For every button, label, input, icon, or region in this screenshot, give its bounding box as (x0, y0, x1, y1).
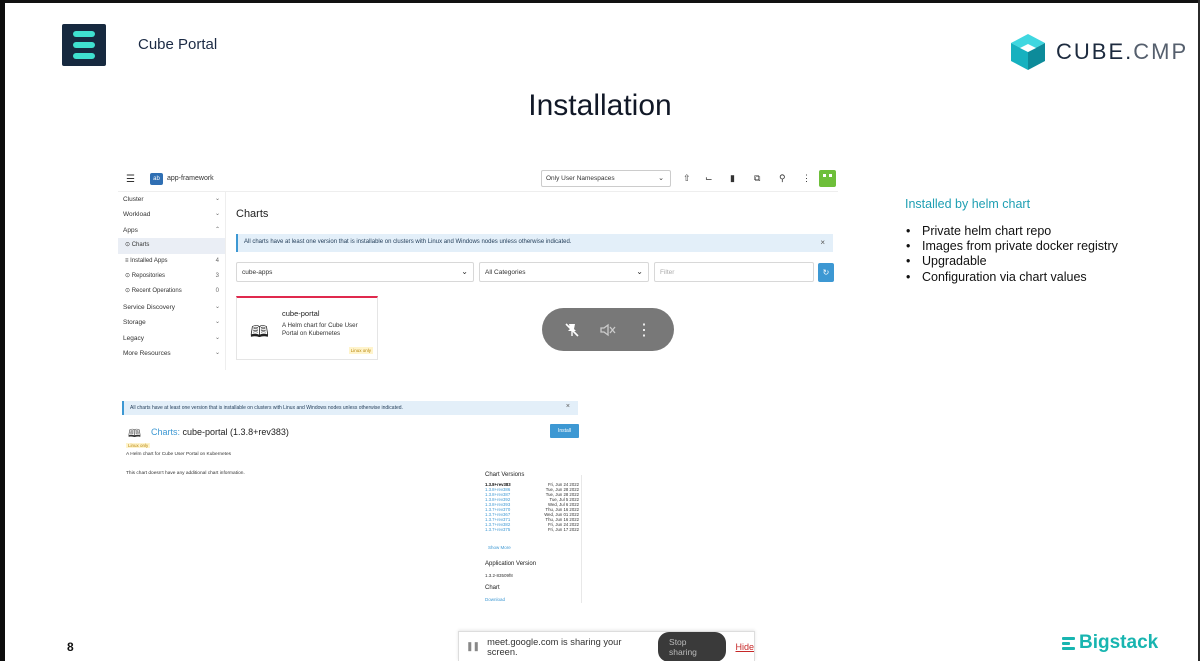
more-vertical-icon[interactable]: ⋮ (802, 173, 811, 184)
filter-input[interactable]: Filter (654, 262, 814, 282)
card-title: cube-portal (282, 309, 320, 318)
sidebar-item-apps[interactable]: Apps ⌃ (118, 223, 225, 238)
feature-item: Images from private docker registry (906, 239, 1118, 254)
sidebar: Cluster ⌄ Workload ⌄ Apps ⌃ ⊙ Charts ≡ Inst… (118, 192, 226, 370)
card-description: A Helm chart for Cube User Portal on Kub… (282, 322, 358, 337)
chevron-down-icon: ⌄ (214, 196, 220, 202)
presentation-controls: ⋮ (542, 308, 674, 351)
namespace-select[interactable]: Only User Namespaces ⌄ (541, 170, 671, 187)
avatar[interactable] (819, 170, 836, 187)
search-icon[interactable]: ⚲ (779, 173, 786, 184)
install-button[interactable]: Install (550, 424, 579, 438)
portal-title: Cube Portal (138, 36, 218, 53)
close-icon[interactable]: × (820, 238, 825, 247)
mute-icon[interactable] (595, 317, 621, 343)
cube-icon (1011, 34, 1045, 70)
chevron-up-icon: ⌃ (214, 226, 220, 233)
versions-list: 1.3.8+rev383 Fri, Jun 24 2022 1.3.8+rev38… (485, 482, 579, 532)
feature-item: Upgradable (906, 254, 1118, 269)
cube-portal-logo (62, 24, 106, 66)
sidebar-item-workload[interactable]: Workload ⌄ (118, 207, 225, 222)
download-link[interactable]: Download (485, 597, 505, 602)
app-version-heading: Application Version (485, 561, 537, 567)
charts-breadcrumb-link[interactable]: Charts: (151, 427, 180, 437)
terminal-icon[interactable]: ⌙ (705, 173, 713, 184)
page-number: 8 (67, 640, 74, 654)
screen-share-bar: ❚❚ meet.google.com is sharing your scree… (458, 631, 755, 661)
installed-by-label: Installed by helm chart (905, 197, 1031, 211)
drag-handle-icon[interactable]: ❚❚ (466, 641, 480, 652)
copy-icon[interactable]: ⧉ (754, 173, 760, 184)
sidebar-item-charts[interactable]: ⊙ Charts (118, 238, 225, 254)
chevron-down-icon: ⌄ (214, 211, 220, 218)
chevron-down-icon: ⌄ (636, 267, 643, 276)
refresh-button[interactable]: ↻ (818, 263, 834, 282)
sidebar-item-more-resources[interactable]: More Resources ⌄ (118, 346, 225, 361)
sidebar-item-service-discovery[interactable]: Service Discovery ⌄ (118, 300, 225, 315)
divider (581, 475, 582, 603)
chevron-down-icon: ⌄ (214, 303, 220, 310)
os-badge: Linux only (126, 443, 151, 448)
chart-detail-screenshot: All charts have at least one version tha… (118, 398, 582, 603)
book-icon: 🕮 (128, 428, 141, 440)
chevron-down-icon: ⌄ (461, 267, 468, 276)
stop-sharing-button[interactable]: Stop sharing (658, 631, 727, 661)
show-more-link[interactable]: Show More (488, 545, 511, 550)
charts-heading: Charts (236, 208, 269, 220)
cube-logo-text: CUBE.CMP (1056, 39, 1189, 64)
chevron-down-icon: ⌄ (658, 175, 664, 182)
chart-card-cube-portal[interactable]: 🕮 cube-portal A Helm chart for Cube User… (236, 296, 378, 360)
hide-link[interactable]: Hide (735, 642, 754, 652)
no-info-text: This chart doesn't have any additional c… (126, 471, 245, 476)
cluster-icon: ab (150, 173, 163, 185)
sidebar-item-cluster[interactable]: Cluster ⌄ (118, 192, 225, 207)
bigstack-logo: Bigstack (1062, 632, 1158, 654)
chevron-down-icon: ⌄ (214, 349, 220, 356)
chart-detail-title: Charts: cube-portal (1.3.8+rev383) (151, 427, 289, 437)
info-banner: All charts have at least one version tha… (236, 234, 833, 252)
sidebar-item-repositories[interactable]: ⊙ Repositories 3 (118, 269, 225, 284)
sidebar-item-installed-apps[interactable]: ≡ Installed Apps 4 (118, 254, 225, 269)
charts-list-screenshot: ☰ ab app-framework Only User Namespaces ⌄… (118, 164, 838, 370)
file-icon[interactable]: ▮ (730, 173, 735, 184)
cube-cmp-logo: CUBE.CMP (1008, 32, 1188, 72)
cluster-name[interactable]: app-framework (167, 175, 214, 182)
repo-select[interactable]: cube-apps ⌄ (236, 262, 474, 282)
refresh-icon: ↻ (822, 268, 830, 277)
upload-icon[interactable]: ⇧ (683, 173, 691, 184)
version-row[interactable]: 1.3.7+rev375 Fri, Jun 17 2022 (485, 527, 579, 532)
share-status-text: meet.google.com is sharing your screen. (487, 636, 622, 657)
chart-description: A Helm chart for Cube User Portal on Kub… (126, 452, 232, 457)
feature-list: Private helm chart repo Images from priv… (906, 224, 1118, 285)
sidebar-item-recent-operations[interactable]: ⊙ Recent Operations 0 (118, 284, 225, 299)
chart-heading: Chart (485, 585, 500, 591)
pin-off-icon[interactable] (559, 317, 585, 343)
feature-item: Private helm chart repo (906, 224, 1118, 239)
sidebar-item-legacy[interactable]: Legacy ⌄ (118, 331, 225, 346)
feature-item: Configuration via chart values (906, 270, 1118, 285)
sidebar-item-storage[interactable]: Storage ⌄ (118, 315, 225, 330)
menu-icon[interactable]: ☰ (126, 174, 135, 185)
category-select[interactable]: All Categories ⌄ (479, 262, 649, 282)
close-icon[interactable]: × (566, 403, 570, 410)
more-vertical-icon[interactable]: ⋮ (631, 317, 657, 343)
versions-heading: Chart Versions (485, 472, 525, 478)
book-icon: 🕮 (250, 324, 269, 341)
top-edge (0, 0, 1200, 3)
chevron-down-icon: ⌄ (214, 319, 220, 326)
info-banner: All charts have at least one version tha… (122, 401, 578, 415)
rancher-topbar: ☰ ab app-framework Only User Namespaces ⌄… (118, 164, 838, 192)
app-version-value: 1.3.2-83509f8 (485, 573, 513, 578)
bigstack-icon (1062, 636, 1075, 650)
slide-title: Installation (528, 89, 672, 122)
chevron-down-icon: ⌄ (214, 334, 220, 341)
os-badge: Linux only (348, 347, 373, 354)
